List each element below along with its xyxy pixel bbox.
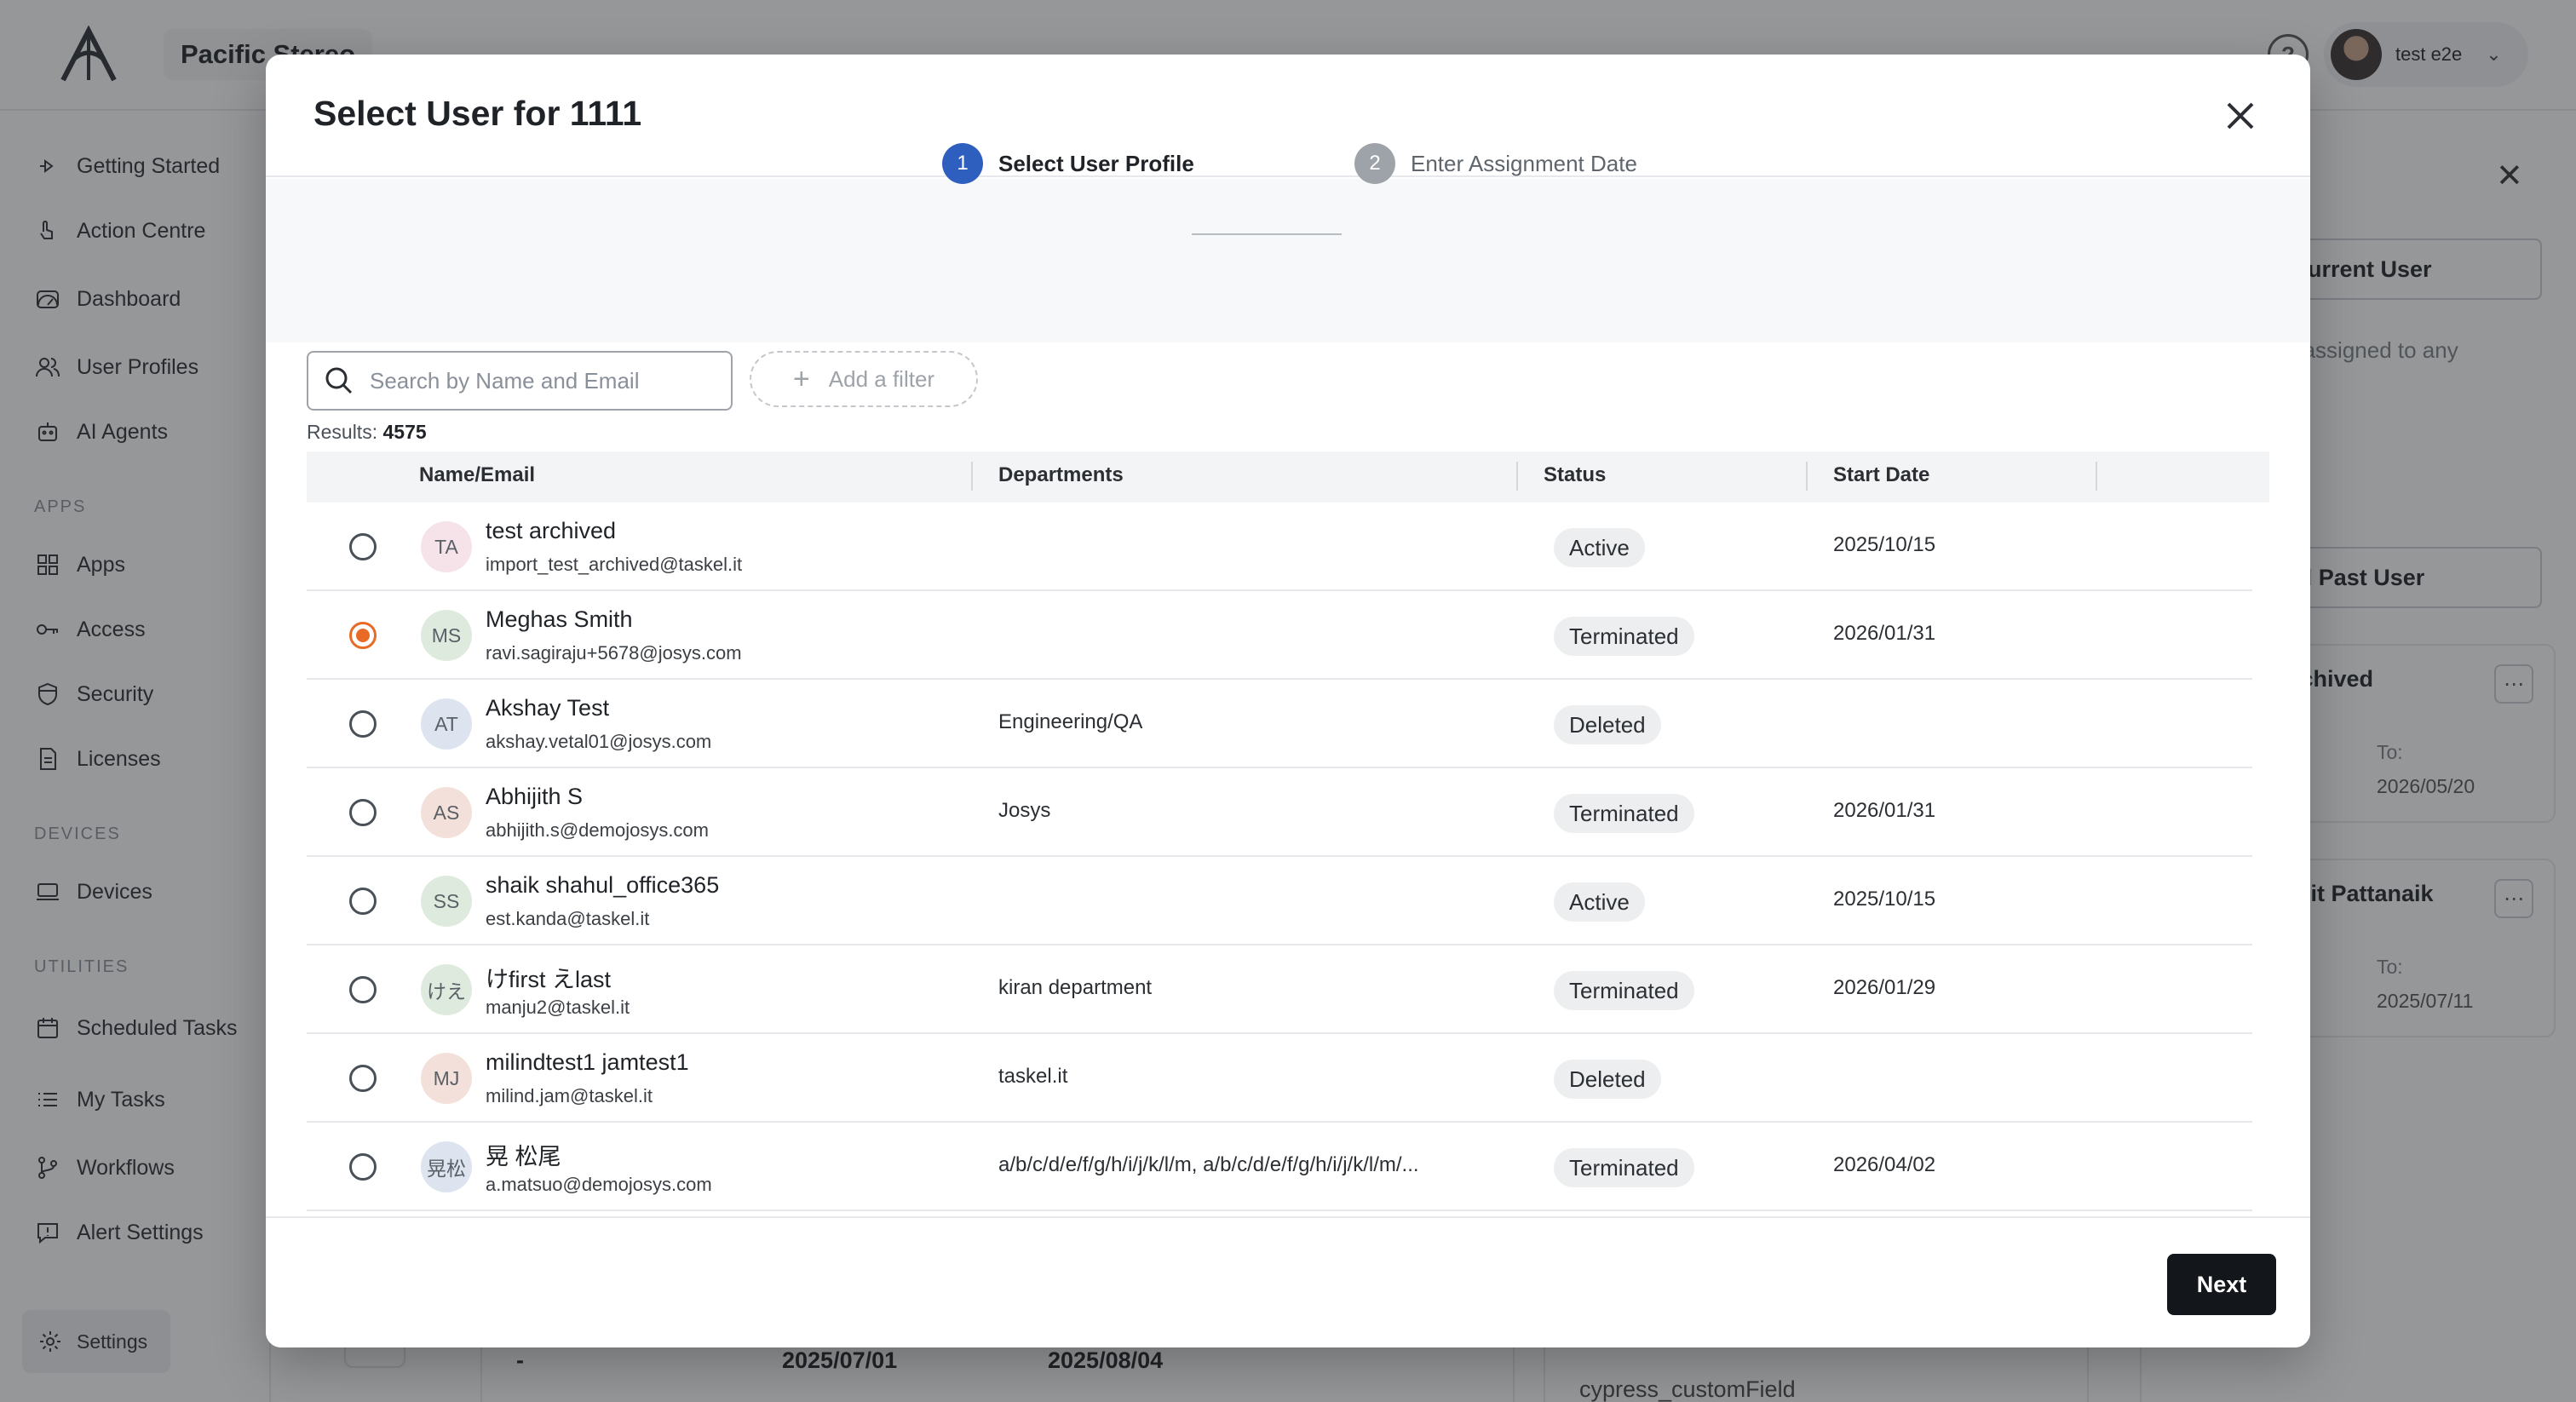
modal-header: Select User for 1111 [266,55,2310,177]
column-header-start-date[interactable]: Start Date [1833,463,1929,487]
next-button[interactable]: Next [2167,1254,2276,1315]
table-row[interactable]: 晃松晃 松尾 a.matsuo@demojosys.com a/b/c/d/e/f/… [307,1123,2252,1211]
user-department: kiran department [998,976,1153,999]
table-row[interactable]: SS shaik shahul_office365 est.kanda@taskel… [307,857,2252,945]
select-user-radio[interactable] [349,533,377,560]
table-row[interactable]: MJ milindtest1 jamtest1 milind.jam@taskel.… [307,1034,2252,1123]
close-button[interactable] [2217,92,2264,140]
results-label: Results: [307,421,378,443]
user-name: shaik shahul_office365 [486,872,720,898]
user-email: manju2@taskel.it [486,997,630,1018]
user-email: akshay.vetal01@josys.com [486,731,712,752]
select-user-modal: Select User for 1111 1 Select User Profi… [266,55,2310,1347]
plus-icon: + [792,362,810,395]
start-date: 2026/01/31 [1833,799,1936,822]
step-number: 1 [942,143,983,184]
avatar: TA [421,521,472,572]
column-header-status[interactable]: Status [1544,463,1606,487]
avatar: MS [421,610,472,661]
table-row[interactable]: けえ けfirst えlast manju2@taskel.it kiran depa… [307,945,2252,1034]
start-date: 2026/04/02 [1833,1153,1936,1176]
user-email: milind.jam@taskel.it [486,1085,653,1106]
status-badge: Deleted [1554,1060,1661,1099]
user-email: import_test_archived@taskel.it [486,554,743,575]
user-name: test archived [486,518,617,543]
select-user-radio[interactable] [349,1065,377,1092]
stepper [266,179,2310,342]
search-input[interactable] [370,367,710,394]
select-user-radio[interactable] [349,622,377,649]
table-header: Name/Email Departments Status Start Date [307,451,2269,503]
user-email: ravi.sagiraju+5678@josys.com [486,642,742,664]
select-user-radio[interactable] [349,799,377,826]
avatar: けえ [421,964,472,1015]
column-resize-handle[interactable] [2096,462,2097,491]
status-badge: Terminated [1554,1148,1694,1187]
status-badge: Deleted [1554,705,1661,744]
column-header-name-email[interactable]: Name/Email [419,463,535,487]
status-badge: Terminated [1554,794,1694,833]
table-row[interactable]: AS Abhijith S abhijith.s@demojosys.com Josy… [307,768,2252,857]
status-badge: Active [1554,528,1645,567]
modal-title: Select User for 1111 [313,94,642,133]
step-label: Enter Assignment Date [1411,150,1637,176]
avatar: SS [421,876,472,927]
close-icon [2227,102,2254,129]
add-filter-label: Add a filter [828,365,935,392]
user-name: Akshay Test [486,695,610,721]
avatar: MJ [421,1053,472,1104]
start-date: 2026/01/31 [1833,622,1936,645]
avatar: AT [421,698,472,750]
table-row[interactable]: MS Meghas Smith ravi.sagiraju+5678@josys.c… [307,591,2252,680]
user-department: taskel.it [998,1065,1068,1088]
step-label: Select User Profile [998,150,1194,176]
user-email: est.kanda@taskel.it [486,908,650,929]
user-name: けfirst えlast [486,967,612,992]
status-badge: Terminated [1554,617,1694,656]
user-department: Engineering/QA [998,710,1143,733]
user-name: 晃 松尾 [486,1144,561,1169]
column-resize-handle[interactable] [1806,462,1808,491]
start-date: 2025/10/15 [1833,888,1936,911]
user-name: Meghas Smith [486,606,633,632]
step-connector [1192,233,1342,235]
step-enter-assignment-date: 2 Enter Assignment Date [1354,143,1637,184]
results-number: 4575 [382,421,427,443]
table-row[interactable]: AT Akshay Test akshay.vetal01@josys.com Eng… [307,680,2252,768]
step-select-user-profile: 1 Select User Profile [942,143,1194,184]
user-table: TA test archived import_test_archived@task… [307,503,2269,1271]
select-user-radio[interactable] [349,976,377,1003]
user-department: Josys [998,799,1051,822]
column-resize-handle[interactable] [971,462,973,491]
results-count: Results: 4575 [307,421,427,444]
user-department: a/b/c/d/e/f/g/h/i/j/k/l/m, a/b/c/d/e/f/g… [998,1153,1419,1176]
status-badge: Active [1554,882,1645,922]
search-field [307,351,733,411]
add-filter-button[interactable]: + Add a filter [750,351,978,407]
column-header-departments[interactable]: Departments [998,463,1124,487]
status-badge: Terminated [1554,971,1694,1010]
start-date: 2026/01/29 [1833,976,1936,999]
select-user-radio[interactable] [349,1153,377,1181]
avatar: 晃松 [421,1141,472,1192]
user-email: abhijith.s@demojosys.com [486,819,709,841]
modal-footer: Next [266,1216,2310,1347]
start-date: 2025/10/15 [1833,533,1936,556]
avatar: AS [421,787,472,838]
table-row[interactable]: TA test archived import_test_archived@task… [307,503,2252,591]
user-name: Abhijith S [486,784,584,809]
select-user-radio[interactable] [349,710,377,738]
user-email: a.matsuo@demojosys.com [486,1174,712,1195]
user-name: milindtest1 jamtest1 [486,1049,689,1075]
search-icon [325,367,353,394]
column-resize-handle[interactable] [1516,462,1518,491]
step-number: 2 [1354,143,1395,184]
select-user-radio[interactable] [349,888,377,915]
